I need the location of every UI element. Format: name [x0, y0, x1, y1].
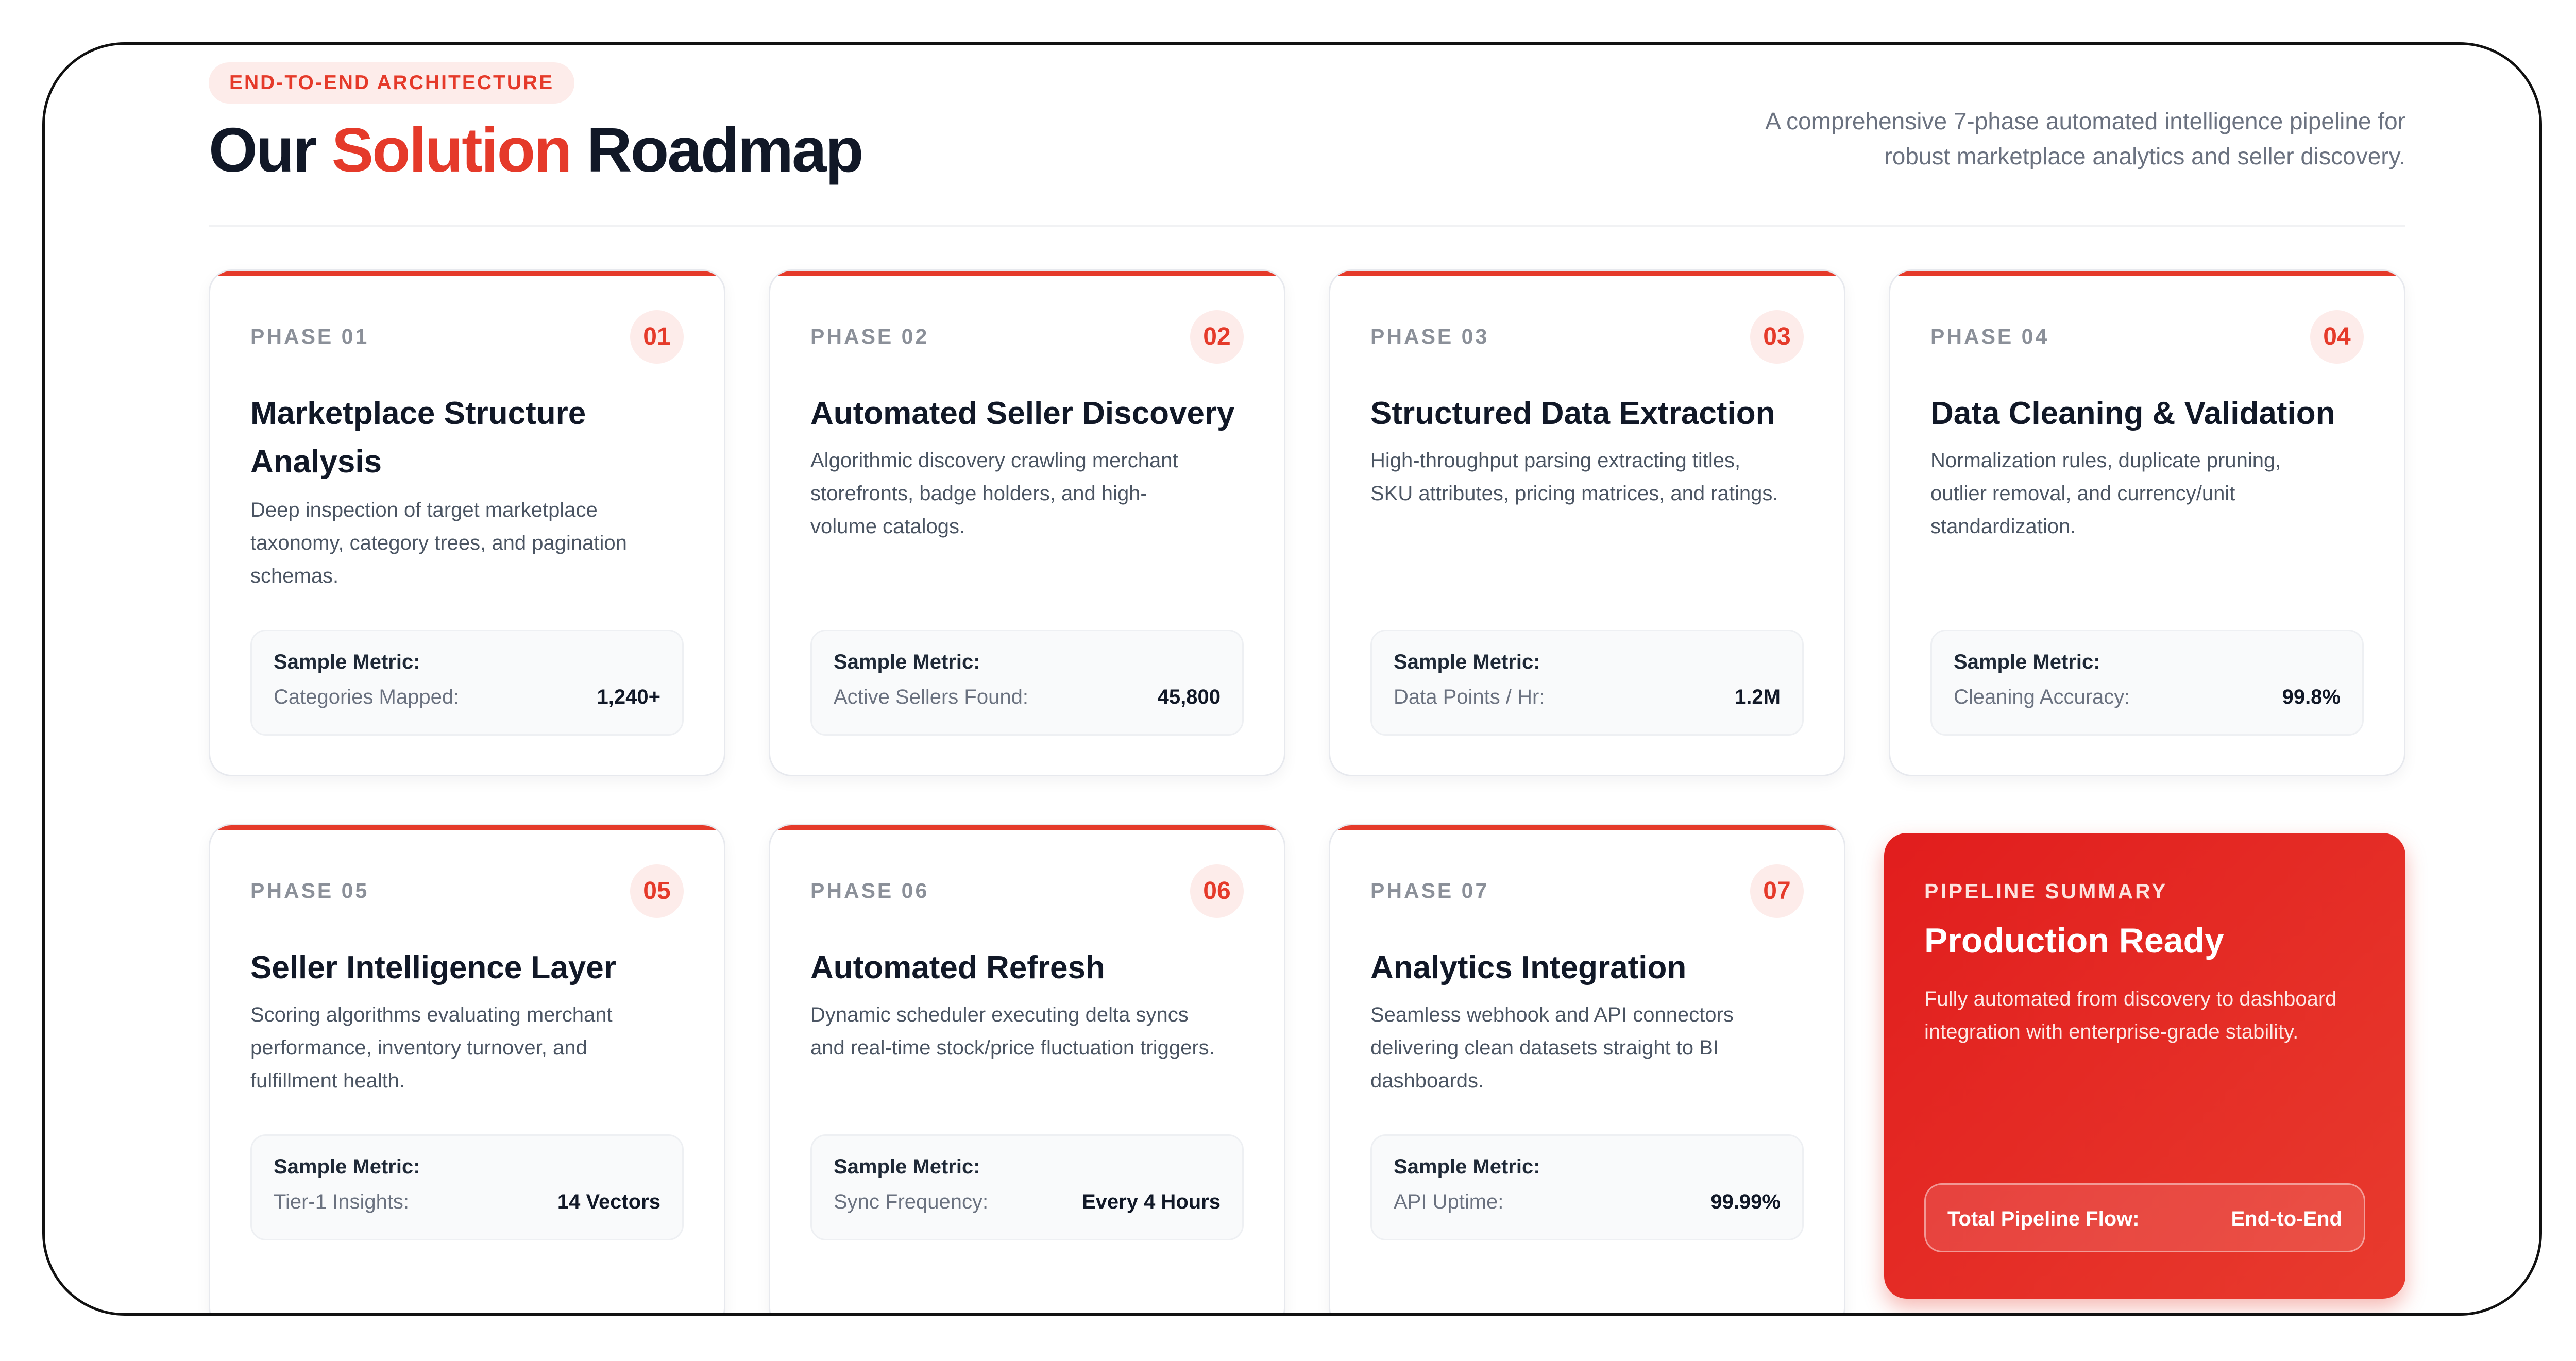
- metric-value: Every 4 Hours: [1081, 1190, 1221, 1213]
- phase-label: PHASE 01: [250, 325, 369, 348]
- phase-label: PHASE 05: [250, 879, 369, 903]
- phase-number-badge: 01: [630, 310, 684, 364]
- card-accent-bar: [210, 825, 724, 830]
- phase-title: Marketplace Structure Analysis: [250, 396, 586, 480]
- phase-number-badge: 04: [2310, 310, 2364, 364]
- sample-metric-box: Sample Metric: Active Sellers Found: 45,…: [810, 630, 1244, 736]
- page-subtitle: A comprehensive 7-phase automated intell…: [1581, 104, 2405, 174]
- card-accent-bar: [770, 271, 1284, 276]
- phase-description: Algorithmic discovery crawling merchant …: [810, 449, 1178, 538]
- phase-label: PHASE 06: [810, 879, 929, 903]
- metric-value: 45,800: [1157, 686, 1221, 708]
- phase-title: Seller Intelligence Layer: [250, 950, 616, 985]
- phase-card-03[interactable]: PHASE 03 03 Structured Data Extraction H…: [1329, 269, 1845, 776]
- sample-metric-box: Sample Metric: Data Points / Hr: 1.2M: [1370, 630, 1804, 736]
- phase-card-04[interactable]: PHASE 04 04 Data Cleaning & Validation N…: [1889, 269, 2405, 776]
- header-divider: [209, 225, 2405, 227]
- metric-value: 99.99%: [1710, 1190, 1781, 1213]
- phase-label: PHASE 03: [1370, 325, 1489, 348]
- phase-card-06[interactable]: PHASE 06 06 Automated Refresh Dynamic sc…: [769, 824, 1285, 1313]
- metric-heading: Sample Metric:: [834, 1155, 980, 1178]
- metric-value: 1,240+: [597, 686, 660, 708]
- page-header: END-TO-END ARCHITECTURE Our Solution Roa…: [209, 62, 2405, 237]
- sample-metric-box: Sample Metric: API Uptime: 99.99%: [1370, 1134, 1804, 1240]
- metric-label: Categories Mapped:: [274, 686, 460, 708]
- phase-title: Automated Refresh: [810, 950, 1105, 985]
- phase-number-badge: 03: [1750, 310, 1804, 364]
- metric-label: Sync Frequency:: [834, 1190, 989, 1213]
- title-prefix: Our: [209, 115, 332, 185]
- metric-label: Tier-1 Insights:: [274, 1190, 410, 1213]
- metric-heading: Sample Metric:: [834, 651, 980, 673]
- phase-number-badge: 06: [1190, 864, 1244, 918]
- subtitle-line: A comprehensive 7-phase automated intell…: [1765, 108, 2405, 134]
- card-accent-bar: [210, 271, 724, 276]
- metric-heading: Sample Metric:: [274, 1155, 420, 1178]
- metric-label: Data Points / Hr:: [1394, 686, 1545, 708]
- phase-title: Automated Seller Discovery: [810, 396, 1235, 431]
- card-accent-bar: [1330, 825, 1844, 830]
- phase-number-badge: 07: [1750, 864, 1804, 918]
- metric-heading: Sample Metric:: [274, 651, 420, 673]
- sample-metric-box: Sample Metric: Categories Mapped: 1,240+: [250, 630, 684, 736]
- metric-value: 1.2M: [1735, 686, 1781, 708]
- title-accent: Solution: [331, 115, 572, 185]
- phase-card-07[interactable]: PHASE 07 07 Analytics Integration Seamle…: [1329, 824, 1845, 1313]
- metric-label: API Uptime:: [1394, 1190, 1504, 1213]
- phase-card-01[interactable]: PHASE 01 01 Marketplace Structure Analys…: [209, 269, 725, 776]
- sample-metric-box: Sample Metric: Cleaning Accuracy: 99.8%: [1930, 630, 2364, 736]
- metric-heading: Sample Metric:: [1954, 651, 2100, 673]
- phase-label: PHASE 07: [1370, 879, 1489, 903]
- card-accent-bar: [1330, 271, 1844, 276]
- phase-description: Seamless webhook and API connectors deli…: [1370, 1003, 1734, 1092]
- card-accent-bar: [1890, 271, 2404, 276]
- summary-eyebrow: PIPELINE SUMMARY: [1924, 879, 2168, 903]
- summary-title: Production Ready: [1924, 921, 2224, 960]
- sample-metric-box: Sample Metric: Sync Frequency: Every 4 H…: [810, 1134, 1244, 1240]
- flow-label: Total Pipeline Flow:: [1947, 1207, 2140, 1230]
- metric-heading: Sample Metric:: [1394, 1155, 1540, 1178]
- phase-label: PHASE 04: [1930, 325, 2049, 348]
- summary-description: Fully automated from discovery to dashbo…: [1924, 988, 2337, 1043]
- flow-value: End-to-End: [2231, 1207, 2343, 1230]
- pipeline-summary-card[interactable]: PIPELINE SUMMARY Production Ready Fully …: [1884, 833, 2405, 1299]
- metric-label: Cleaning Accuracy:: [1954, 686, 2130, 708]
- title-suffix: Roadmap: [570, 115, 864, 185]
- metric-heading: Sample Metric:: [1394, 651, 1540, 673]
- card-accent-bar: [770, 825, 1284, 830]
- phase-description: Scoring algorithms evaluating merchant p…: [250, 1003, 613, 1092]
- phase-card-02[interactable]: PHASE 02 02 Automated Seller Discovery A…: [769, 269, 1285, 776]
- metric-value: 99.8%: [2282, 686, 2341, 708]
- phase-label: PHASE 02: [810, 325, 929, 348]
- phase-description: High-throughput parsing extracting title…: [1370, 449, 1778, 505]
- phase-description: Normalization rules, duplicate pruning, …: [1930, 449, 2281, 538]
- phase-description: Deep inspection of target marketplace ta…: [250, 499, 627, 587]
- phase-title: Data Cleaning & Validation: [1930, 396, 2335, 431]
- metric-label: Active Sellers Found:: [834, 686, 1028, 708]
- section-eyebrow-badge: END-TO-END ARCHITECTURE: [209, 62, 575, 104]
- phase-title: Analytics Integration: [1370, 950, 1687, 985]
- page-frame: END-TO-END ARCHITECTURE Our Solution Roa…: [42, 42, 2542, 1316]
- sample-metric-box: Sample Metric: Tier-1 Insights: 14 Vecto…: [250, 1134, 684, 1240]
- pipeline-flow-box: Total Pipeline Flow: End-to-End: [1924, 1183, 2365, 1252]
- phase-number-badge: 05: [630, 864, 684, 918]
- metric-value: 14 Vectors: [557, 1190, 660, 1213]
- phase-description: Dynamic scheduler executing delta syncs …: [810, 1003, 1215, 1059]
- page-title: Our Solution Roadmap: [209, 114, 864, 186]
- phase-card-05[interactable]: PHASE 05 05 Seller Intelligence Layer Sc…: [209, 824, 725, 1313]
- phase-number-badge: 02: [1190, 310, 1244, 364]
- phase-title: Structured Data Extraction: [1370, 396, 1775, 431]
- subtitle-line: robust marketplace analytics and seller …: [1884, 143, 2405, 169]
